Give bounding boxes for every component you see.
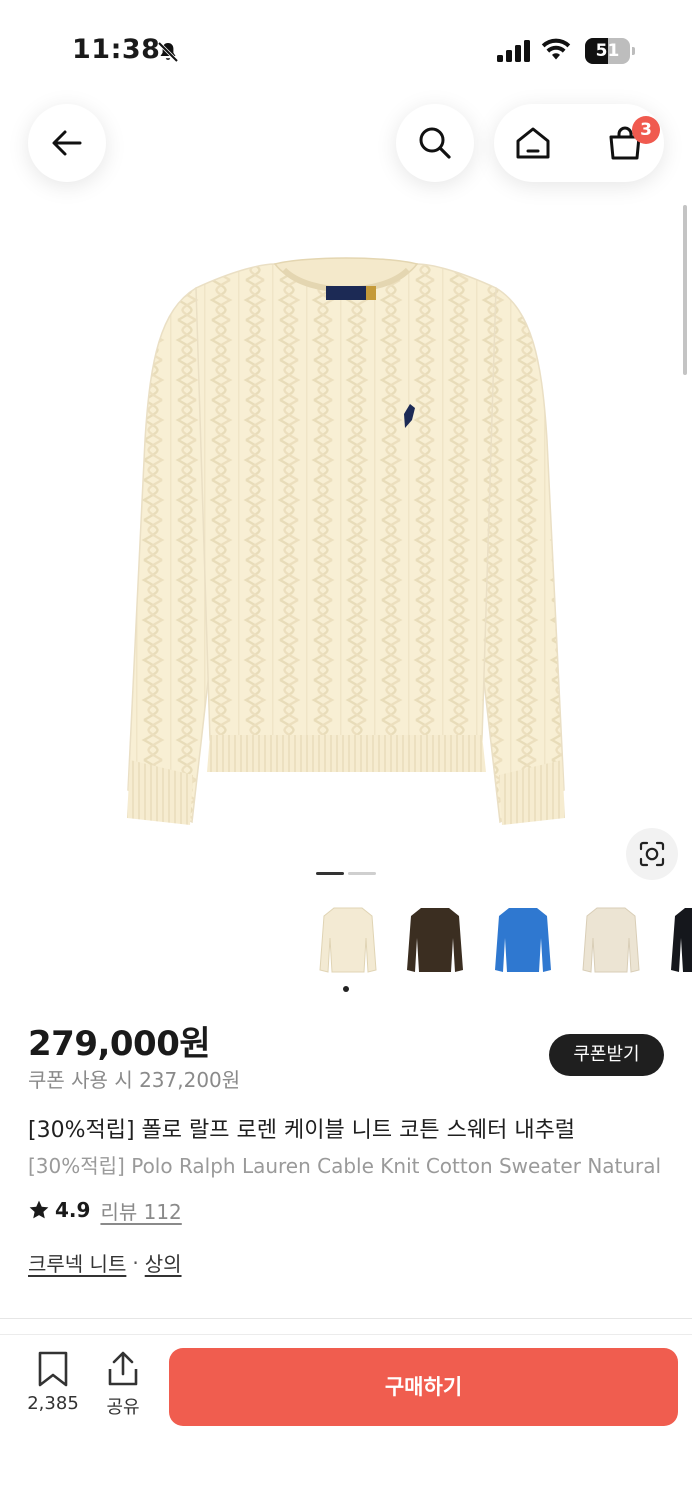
product-price: 279,000원 [28, 1024, 211, 1064]
product-title-korean: [30%적립] 폴로 랄프 로렌 케이블 니트 코튼 스웨터 내추럴 [28, 1118, 576, 1143]
image-search-button[interactable] [626, 828, 678, 880]
bell-off-icon [157, 41, 179, 63]
battery-level: 51 [595, 41, 620, 61]
wifi-icon [541, 38, 571, 60]
status-bar: 11:38 51 [0, 0, 692, 100]
category-link-crewneck[interactable]: 크루넥 니트 [28, 1248, 126, 1277]
back-arrow-icon [52, 130, 82, 156]
bottom-action-bar: 2,385 공유 구매하기 [0, 1335, 692, 1500]
coupon-price: 쿠폰 사용 시 237,200원 [28, 1068, 241, 1092]
bookmark-icon [38, 1351, 68, 1387]
home-button[interactable] [494, 104, 572, 182]
buy-button[interactable]: 구매하기 [169, 1348, 678, 1426]
status-time: 11:38 [72, 34, 161, 65]
category-separator: · [132, 1250, 139, 1275]
home-icon [516, 127, 550, 159]
share-icon [108, 1351, 138, 1386]
divider [0, 1318, 692, 1319]
get-coupon-button[interactable]: 쿠폰받기 [549, 1034, 664, 1076]
category-breadcrumb: 크루넥 니트 · 상의 [28, 1248, 182, 1277]
star-icon [29, 1200, 49, 1219]
scroll-indicator [683, 205, 687, 375]
battery-icon: 51 [585, 38, 635, 64]
product-image[interactable] [0, 200, 692, 880]
rating-row: 4.9 리뷰 112 [28, 1196, 182, 1224]
selected-color-indicator [343, 986, 349, 992]
search-button[interactable] [396, 104, 474, 182]
bookmark-button[interactable]: 2,385 [18, 1351, 88, 1431]
share-button[interactable]: 공유 [88, 1351, 158, 1431]
image-pager [316, 872, 376, 876]
review-link[interactable]: 리뷰 112 [100, 1196, 181, 1225]
pager-dot [348, 872, 376, 875]
color-option-cream[interactable] [316, 898, 380, 980]
category-link-tops[interactable]: 상의 [145, 1248, 182, 1277]
color-option-black[interactable] [667, 898, 692, 980]
share-label: 공유 [106, 1397, 140, 1418]
cart-button[interactable]: 3 [586, 104, 664, 182]
color-thumbnails [316, 898, 692, 980]
nav-pill: 3 [494, 104, 664, 182]
color-option-ivory[interactable] [579, 898, 643, 980]
pager-dot-active [316, 872, 344, 875]
back-button[interactable] [28, 104, 106, 182]
signal-icon [497, 40, 530, 62]
lens-icon [639, 841, 665, 867]
product-title-english: [30%적립] Polo Ralph Lauren Cable Knit Cot… [28, 1154, 662, 1178]
color-option-blue[interactable] [491, 898, 555, 980]
cart-badge: 3 [632, 116, 660, 144]
search-icon [419, 127, 451, 159]
color-option-dark-brown[interactable] [403, 898, 467, 980]
rating-score: 4.9 [55, 1198, 91, 1222]
bookmark-count: 2,385 [27, 1393, 79, 1414]
